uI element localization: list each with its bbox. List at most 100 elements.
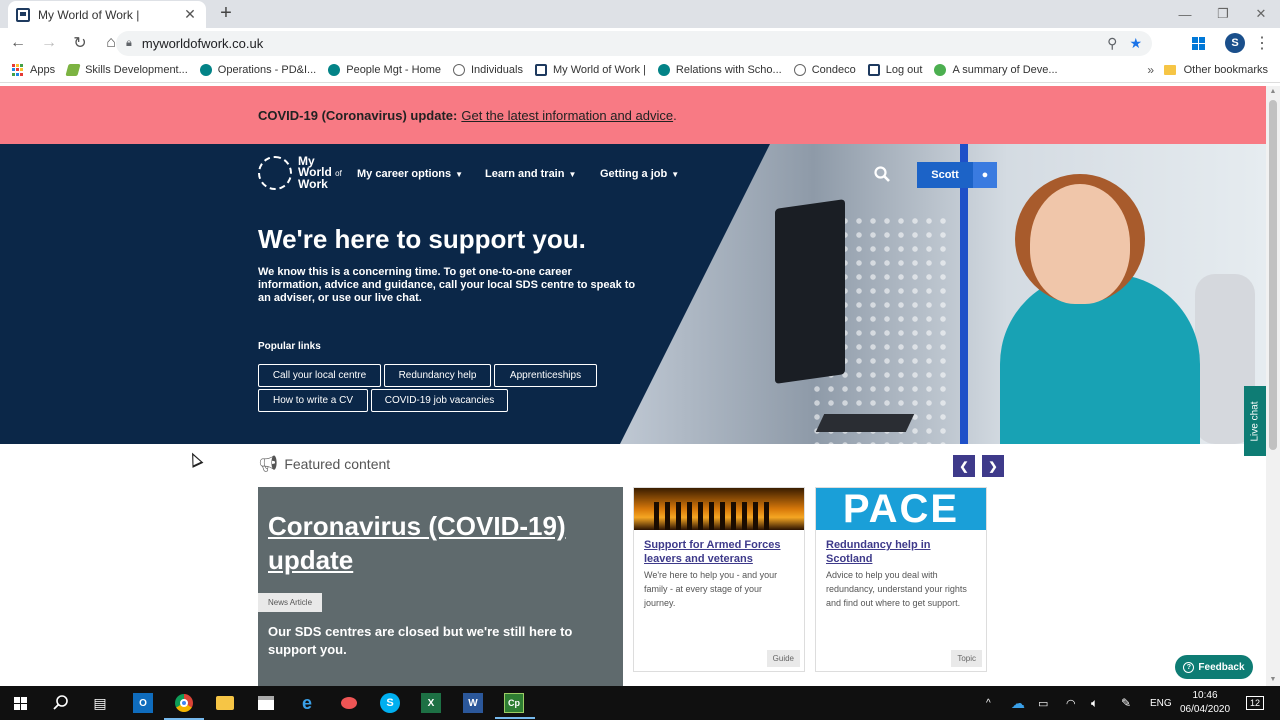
card-armed-forces[interactable]: Support for Armed Forces leavers and vet…: [633, 487, 805, 672]
card-description: Advice to help you deal with redundancy,…: [826, 570, 967, 608]
bookmark-people-mgt[interactable]: People Mgt - Home: [328, 64, 441, 76]
hero-title: We're here to support you.: [258, 224, 586, 254]
nav-learn-and-train[interactable]: Learn and train ▼: [485, 168, 576, 180]
user-icon: ●: [973, 162, 997, 188]
profile-avatar[interactable]: S: [1224, 32, 1246, 54]
windows-taskbar: ▤ O e S X W Cp ^ ☁ ▭ ◠ 🔈︎ ✎ ENG 10:46 06…: [0, 686, 1280, 720]
user-account-button[interactable]: Scott ●: [917, 162, 997, 188]
bookmark-log-out[interactable]: Log out: [867, 64, 922, 76]
word-icon[interactable]: W: [463, 693, 483, 713]
browser-menu-icon[interactable]: ⋮: [1251, 32, 1273, 54]
address-bar[interactable]: 🔒︎ myworldofwork.co.uk ⚲ ★: [116, 31, 1152, 56]
live-chat-tab[interactable]: Live chat: [1244, 386, 1266, 456]
maximize-icon[interactable]: ❐: [1204, 0, 1242, 28]
sharepoint-icon: [328, 64, 341, 76]
bookmark-summary[interactable]: A summary of Deve...: [934, 64, 1058, 76]
featured-main-title[interactable]: Coronavirus (COVID-19) update: [268, 509, 608, 577]
task-view-icon[interactable]: ▤: [90, 693, 110, 713]
bookmark-apps[interactable]: Apps: [12, 64, 55, 76]
scroll-up-icon[interactable]: ▲: [1266, 86, 1280, 98]
popular-links-label: Popular links: [258, 341, 321, 352]
outlook-icon[interactable]: O: [133, 693, 153, 713]
card-redundancy-help[interactable]: PACE Redundancy help in Scotland Advice …: [815, 487, 987, 672]
more-bookmarks-icon[interactable]: »: [1147, 63, 1154, 77]
back-icon[interactable]: ←: [5, 30, 31, 56]
bookmark-my-world-of-work[interactable]: My World of Work |: [534, 64, 646, 76]
bookmark-relations-with-schools[interactable]: Relations with Scho...: [657, 64, 782, 76]
megaphone-icon: 📢︎: [258, 456, 279, 473]
link-redundancy-help[interactable]: Redundancy help: [384, 364, 491, 387]
nav-my-career-options[interactable]: My career options ▼: [357, 168, 463, 180]
volume-icon[interactable]: 🔈︎: [1091, 686, 1098, 720]
page-viewport: COVID-19 (Coronavirus) update: Get the l…: [0, 86, 1266, 686]
store-icon[interactable]: [256, 693, 276, 713]
carousel-prev-button[interactable]: ❮: [953, 455, 975, 477]
file-explorer-icon[interactable]: [215, 693, 235, 713]
content-type-badge: Topic: [951, 650, 982, 667]
globe-icon: [453, 64, 465, 76]
bookmark-condeco[interactable]: Condeco: [793, 64, 856, 76]
link-apprenticeships[interactable]: Apprenticeships: [494, 364, 597, 387]
chrome-icon[interactable]: [164, 693, 204, 720]
browser-tab[interactable]: My World of Work | ✕: [8, 1, 206, 28]
card-title[interactable]: Redundancy help in Scotland: [816, 530, 986, 566]
nav-getting-a-job[interactable]: Getting a job ▼: [600, 168, 679, 180]
bookmark-skills-development[interactable]: Skills Development...: [65, 64, 188, 76]
feedback-button[interactable]: ? Feedback: [1175, 655, 1253, 679]
lock-icon[interactable]: 🔒︎: [126, 37, 132, 50]
link-call-local-centre[interactable]: Call your local centre: [258, 364, 381, 387]
onedrive-icon[interactable]: ☁: [1011, 686, 1025, 720]
featured-main-article[interactable]: Coronavirus (COVID-19) update News Artic…: [258, 487, 623, 686]
language-indicator[interactable]: ENG: [1150, 686, 1172, 720]
close-window-icon[interactable]: ✕: [1242, 0, 1280, 28]
internet-explorer-icon[interactable]: e: [297, 693, 317, 713]
forward-icon[interactable]: →: [36, 30, 62, 56]
excel-icon[interactable]: X: [421, 693, 441, 713]
close-tab-icon[interactable]: ✕: [182, 6, 198, 23]
skype-icon[interactable]: S: [380, 693, 400, 713]
carousel-next-button[interactable]: ❯: [982, 455, 1004, 477]
bookmark-operations[interactable]: Operations - PD&I...: [199, 64, 316, 76]
pace-logo-image: PACE: [816, 487, 986, 531]
windows-extension-icon[interactable]: [1187, 32, 1209, 54]
education-icon: [934, 64, 947, 76]
card-title[interactable]: Support for Armed Forces leavers and vet…: [634, 530, 804, 566]
content-type-badge: News Article: [258, 593, 323, 612]
logo-mark-icon: [258, 156, 292, 190]
site-logo[interactable]: My World of Work: [258, 155, 342, 190]
card-description: We're here to help you - and your family…: [644, 570, 778, 608]
show-hidden-icons[interactable]: ^: [986, 686, 991, 720]
windows-start-icon[interactable]: [10, 693, 30, 713]
reload-icon[interactable]: ↻: [67, 30, 93, 56]
sharepoint-icon: [199, 64, 212, 76]
apps-grid-icon: [12, 64, 24, 76]
pen-icon[interactable]: ✎: [1121, 686, 1131, 720]
scroll-down-icon[interactable]: ▼: [1266, 674, 1280, 686]
zoom-icon[interactable]: ⚲: [1107, 35, 1117, 52]
page-scrollbar[interactable]: ▲ ▼: [1266, 86, 1280, 686]
bookmark-star-icon[interactable]: ★: [1129, 35, 1142, 52]
hero-lead: We know this is a concerning time. To ge…: [258, 266, 636, 304]
battery-icon[interactable]: ▭: [1038, 686, 1048, 720]
wifi-icon[interactable]: ◠: [1066, 686, 1076, 720]
mouse-cursor-icon: [186, 450, 204, 468]
url-text[interactable]: myworldofwork.co.uk: [142, 36, 1095, 51]
search-icon[interactable]: [874, 166, 890, 182]
other-bookmarks[interactable]: Other bookmarks: [1163, 64, 1268, 76]
search-icon[interactable]: [51, 693, 71, 713]
scrollbar-thumb[interactable]: [1269, 100, 1277, 450]
banner-link[interactable]: Get the latest information and advice: [461, 108, 673, 123]
bookmarks-bar: Apps Skills Development... Operations - …: [0, 58, 1280, 83]
snipping-tool-icon[interactable]: [339, 693, 359, 713]
content-type-badge: Guide: [766, 650, 800, 667]
minimize-icon[interactable]: —: [1166, 0, 1204, 28]
hero-section: My World of Work My career options ▼ Lear…: [0, 144, 1266, 444]
chevron-down-icon: ▼: [568, 169, 577, 179]
new-tab-icon[interactable]: +: [216, 3, 236, 23]
bookmark-individuals[interactable]: Individuals: [453, 64, 523, 76]
link-covid-job-vacancies[interactable]: COVID-19 job vacancies: [371, 389, 508, 412]
system-clock[interactable]: 10:46 06/04/2020: [1180, 689, 1230, 717]
captivate-icon[interactable]: Cp: [495, 693, 535, 719]
notifications-icon[interactable]: 12: [1246, 686, 1265, 720]
link-write-a-cv[interactable]: How to write a CV: [258, 389, 368, 412]
